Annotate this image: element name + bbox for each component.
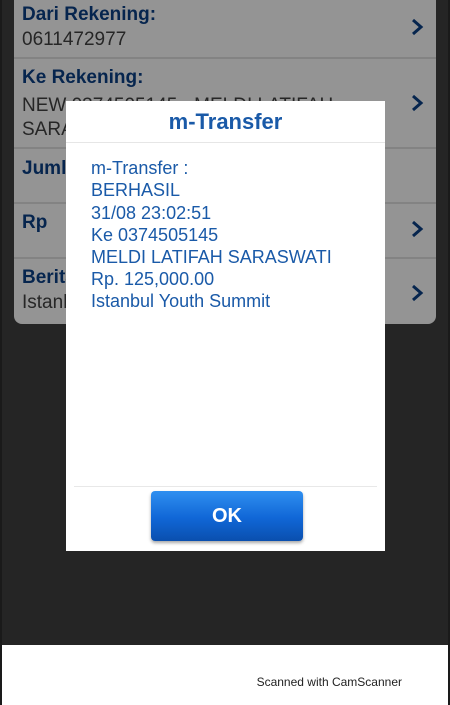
message-line: Istanbul Youth Summit: [91, 291, 271, 311]
transfer-result-dialog: m-Transfer m-Transfer : BERHASIL 31/08 2…: [66, 101, 385, 551]
dialog-title: m-Transfer: [168, 109, 283, 134]
camscanner-watermark: Scanned with CamScanner: [256, 675, 402, 689]
message-line: Rp. 125,000.00: [91, 269, 215, 289]
scan-footer: Scanned with CamScanner: [0, 645, 450, 705]
message-line: Ke 0374505145: [91, 225, 219, 245]
frame-border: [0, 0, 2, 705]
message-line: m-Transfer :: [91, 158, 189, 178]
ok-button[interactable]: OK: [151, 491, 303, 541]
divider: [74, 486, 377, 487]
divider: [66, 142, 385, 143]
message-line: BERHASIL: [91, 180, 181, 200]
message-line: MELDI LATIFAH SARASWATI: [91, 247, 332, 267]
message-line: 31/08 23:02:51: [91, 203, 212, 223]
